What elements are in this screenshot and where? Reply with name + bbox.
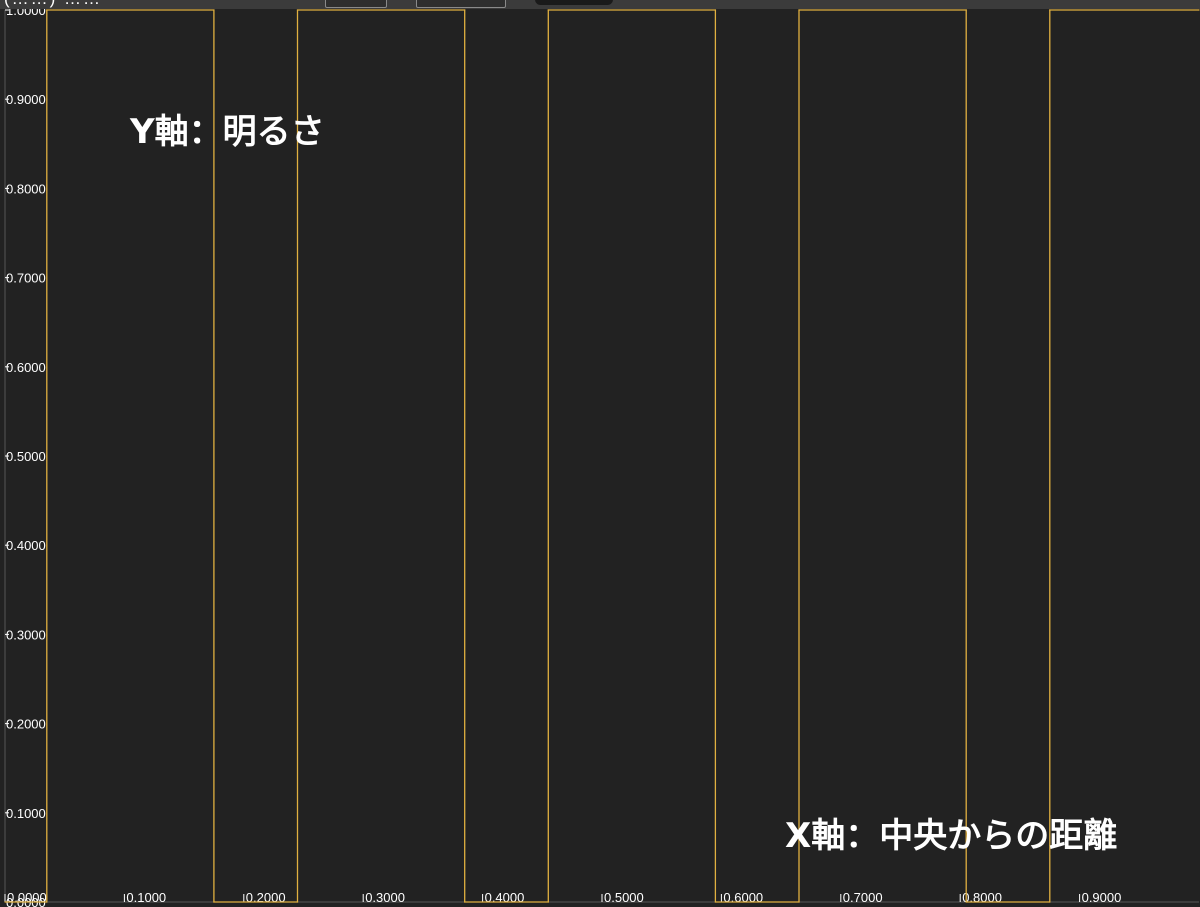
toolbar-button[interactable]: [535, 0, 613, 5]
series-point: [1049, 901, 1051, 903]
series-point: [296, 901, 299, 903]
series-point: [464, 901, 466, 903]
series-point: [714, 9, 717, 11]
x-axis-annotation: X軸：中央からの距離: [785, 816, 1118, 856]
series-point: [798, 901, 800, 903]
series-point: [965, 901, 967, 903]
y-tick-label: 0.4000: [6, 538, 46, 553]
x-tick-label: 0.1000: [126, 890, 166, 905]
y-tick-label: 0.2000: [6, 717, 46, 732]
x-tick-label: 0.3000: [365, 890, 405, 905]
series-point: [1198, 9, 1200, 11]
x-tick-label: 0.0000: [7, 890, 47, 905]
y-tick-label: 0.7000: [6, 271, 46, 286]
x-tick-label: 0.2000: [246, 890, 286, 905]
y-axis-annotation: Y軸：明るさ: [130, 112, 325, 152]
y-tick-label: 0.5000: [6, 449, 46, 464]
series-point: [714, 901, 717, 903]
series-point: [213, 901, 215, 903]
series-point: [464, 9, 466, 11]
series-point: [46, 901, 48, 903]
x-tick-label: 0.9000: [1082, 890, 1122, 905]
y-tick-label: 0.9000: [6, 92, 46, 107]
series-point: [1049, 9, 1051, 11]
series-point: [547, 901, 549, 903]
series-point: [798, 9, 800, 11]
toolbar-title: (……) ……: [4, 0, 102, 9]
y-tick-label: 0.1000: [6, 806, 46, 821]
x-tick-label: 0.4000: [485, 890, 525, 905]
series-point: [296, 9, 299, 11]
x-tick-label: 0.8000: [962, 890, 1002, 905]
toolbar-field-2[interactable]: [416, 0, 506, 8]
toolbar: (……) ……: [0, 0, 1200, 9]
toolbar-field-1[interactable]: [325, 0, 387, 8]
x-tick-label: 0.6000: [723, 890, 763, 905]
series-point: [213, 9, 215, 11]
x-tick-label: 0.5000: [604, 890, 644, 905]
y-tick-label: 0.6000: [6, 360, 46, 375]
y-tick-label: 0.8000: [6, 181, 46, 196]
series-point: [547, 9, 549, 11]
x-tick-label: 0.7000: [843, 890, 883, 905]
series-point: [4, 901, 6, 903]
y-tick-label: 0.3000: [6, 627, 46, 642]
series-point: [965, 9, 967, 11]
series-point: [46, 9, 48, 11]
